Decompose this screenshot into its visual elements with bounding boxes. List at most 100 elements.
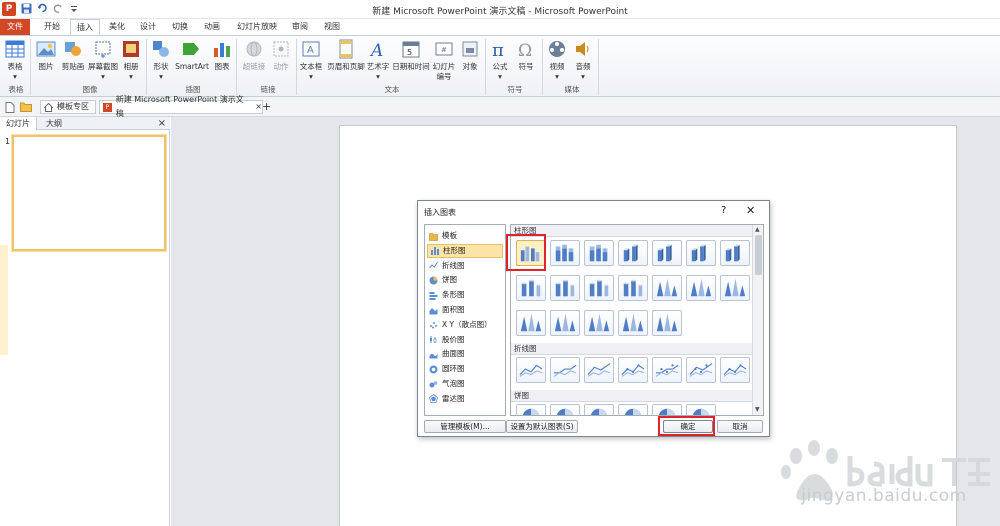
- screenshot-button[interactable]: 屏幕截图 ▾: [88, 39, 118, 81]
- chart-category-item[interactable]: 气泡图: [427, 377, 503, 391]
- header-footer-button[interactable]: 页眉和页脚: [326, 39, 366, 72]
- date-time-button[interactable]: 5 日期和时间: [392, 39, 430, 72]
- symbol-button[interactable]: Ω 符号: [515, 39, 537, 72]
- column-chart-type-icon[interactable]: [516, 275, 546, 301]
- chart-category-item[interactable]: 圆环图: [427, 362, 503, 376]
- tab-beautify[interactable]: 美化: [103, 19, 131, 35]
- column-chart-type-icon[interactable]: [550, 240, 580, 266]
- tab-current-document[interactable]: P 新建 Microsoft PowerPoint 演示文稿 ×: [99, 95, 263, 118]
- shapes-button[interactable]: 形状 ▾: [150, 39, 172, 81]
- chart-category-item[interactable]: 条形图: [427, 288, 503, 302]
- wordart-button[interactable]: A 艺术字 ▾: [366, 39, 390, 81]
- chart-category-item[interactable]: 面积图: [427, 303, 503, 317]
- chart-category-item[interactable]: 模板: [427, 229, 503, 243]
- tab-insert[interactable]: 插入: [70, 19, 100, 36]
- column-chart-type-icon[interactable]: [686, 275, 716, 301]
- new-tab-button[interactable]: +: [262, 100, 271, 114]
- section-column: 柱形图: [511, 225, 752, 237]
- column-chart-type-icon[interactable]: [550, 275, 580, 301]
- tab-animations[interactable]: 动画: [198, 19, 226, 35]
- pie-chart-type-icon[interactable]: [618, 404, 648, 415]
- slide-thumbnail[interactable]: [12, 135, 166, 251]
- radar-chart-icon: [429, 394, 438, 404]
- table-button[interactable]: 表格 ▾: [4, 39, 26, 81]
- slide-number-button[interactable]: # 幻灯片 编号: [432, 39, 456, 81]
- line-chart-type-icon[interactable]: [686, 357, 716, 383]
- line-chart-type-icon[interactable]: [720, 357, 750, 383]
- section-line: 折线图: [511, 343, 752, 355]
- open-folder-icon[interactable]: [20, 100, 32, 114]
- new-file-icon[interactable]: [5, 100, 15, 114]
- close-tab-icon[interactable]: ×: [255, 100, 262, 114]
- chart-button[interactable]: 图表: [211, 39, 233, 72]
- column-chart-type-icon[interactable]: [618, 310, 648, 336]
- chart-gallery: 柱形图 折线图 饼图 ▲ ▼: [510, 224, 764, 416]
- column-chart-type-icon[interactable]: [516, 310, 546, 336]
- chart-category-item[interactable]: 折线图: [427, 259, 503, 273]
- object-button[interactable]: 对象: [459, 39, 481, 72]
- chart-category-item[interactable]: 柱形图: [427, 243, 503, 258]
- pie-chart-type-icon[interactable]: [584, 404, 614, 415]
- tab-slideshow[interactable]: 幻灯片放映: [232, 19, 282, 35]
- picture-button[interactable]: 图片: [34, 39, 58, 72]
- close-panel-icon[interactable]: ×: [158, 117, 166, 130]
- video-button[interactable]: 视频 ▾: [546, 39, 568, 81]
- smartart-icon: [182, 39, 202, 59]
- smartart-button[interactable]: SmartArt: [175, 39, 209, 72]
- textbox-button[interactable]: A 文本框 ▾: [299, 39, 323, 81]
- audio-button[interactable]: 音频 ▾: [572, 39, 594, 81]
- action-button[interactable]: 动作: [270, 39, 292, 72]
- line-chart-type-icon[interactable]: [618, 357, 648, 383]
- column-chart-type-icon[interactable]: [550, 310, 580, 336]
- column-chart-type-icon[interactable]: [584, 275, 614, 301]
- folder-icon: [429, 232, 438, 241]
- column-chart-type-icon[interactable]: [584, 240, 614, 266]
- column-chart-type-icon[interactable]: [720, 275, 750, 301]
- pie-chart-type-icon[interactable]: [652, 404, 682, 415]
- highlight-selected-chart: [506, 234, 546, 271]
- line-chart-type-icon[interactable]: [550, 357, 580, 383]
- chart-category-item[interactable]: 雷达图: [427, 392, 503, 406]
- tab-file[interactable]: 文件: [0, 19, 30, 35]
- tab-template-zone[interactable]: 模板专区: [40, 100, 96, 114]
- line-chart-type-icon[interactable]: [652, 357, 682, 383]
- column-chart-type-icon[interactable]: [584, 310, 614, 336]
- set-default-chart-button[interactable]: 设置为默认图表(S): [506, 420, 578, 433]
- help-icon[interactable]: ?: [721, 205, 726, 216]
- cancel-button[interactable]: 取消: [717, 420, 763, 433]
- pie-chart-type-icon[interactable]: [686, 404, 716, 415]
- close-icon[interactable]: ✕: [746, 204, 755, 217]
- line-chart-type-icon[interactable]: [584, 357, 614, 383]
- equation-button[interactable]: π 公式 ▾: [489, 39, 511, 81]
- chart-category-item[interactable]: X Y（散点图）: [427, 318, 503, 332]
- line-chart-type-icon[interactable]: [516, 357, 546, 383]
- chart-category-item[interactable]: 股价图: [427, 333, 503, 347]
- tab-outline[interactable]: 大纲: [40, 117, 68, 130]
- tab-review[interactable]: 审阅: [286, 19, 314, 35]
- chart-category-item[interactable]: 曲面图: [427, 347, 503, 361]
- pie-chart-type-icon[interactable]: [550, 404, 580, 415]
- column-chart-type-icon[interactable]: [652, 310, 682, 336]
- tab-home[interactable]: 开始: [38, 19, 66, 35]
- svg-text:A: A: [307, 45, 314, 56]
- tab-slides[interactable]: 幻灯片: [0, 117, 37, 130]
- action-icon: [271, 39, 291, 59]
- tab-view[interactable]: 视图: [318, 19, 346, 35]
- chart-category-label: 条形图: [442, 290, 465, 300]
- column-chart-type-icon[interactable]: [618, 275, 648, 301]
- column-chart-type-icon[interactable]: [652, 275, 682, 301]
- column-chart-type-icon[interactable]: [652, 240, 682, 266]
- tab-design[interactable]: 设计: [134, 19, 162, 35]
- tab-transitions[interactable]: 切换: [166, 19, 194, 35]
- gallery-scrollbar[interactable]: ▲ ▼: [752, 225, 763, 415]
- column-chart-type-icon[interactable]: [686, 240, 716, 266]
- manage-templates-button[interactable]: 管理模板(M)...: [424, 420, 506, 433]
- powerpoint-doc-icon: P: [103, 102, 112, 112]
- hyperlink-button[interactable]: 超链接: [240, 39, 268, 72]
- pie-chart-type-icon[interactable]: [516, 404, 546, 415]
- clipart-button[interactable]: 剪贴画: [60, 39, 86, 72]
- column-chart-type-icon[interactable]: [720, 240, 750, 266]
- photo-album-button[interactable]: 相册 ▾: [120, 39, 142, 81]
- column-chart-type-icon[interactable]: [618, 240, 648, 266]
- chart-category-item[interactable]: 饼图: [427, 273, 503, 287]
